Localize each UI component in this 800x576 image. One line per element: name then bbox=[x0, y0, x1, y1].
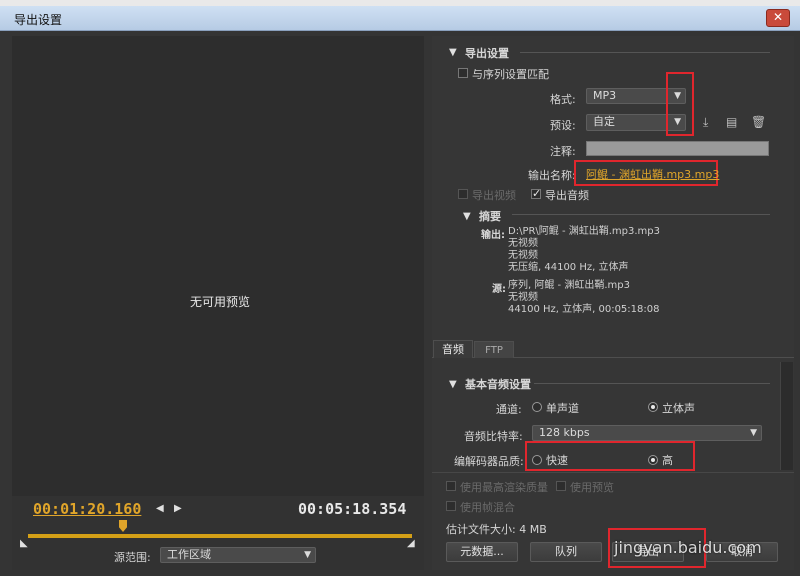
summary-source-label: 源: bbox=[492, 284, 506, 295]
export-video-label: 导出视频 bbox=[472, 189, 516, 202]
metadata-button[interactable]: 元数据... bbox=[446, 542, 518, 562]
export-video-checkbox[interactable] bbox=[458, 189, 468, 199]
high-label: 高 bbox=[662, 454, 673, 467]
summary-source-block: 序列, 阿鲲 - 渊虹出鞘.mp3 无视频 44100 Hz, 立体声, 00:… bbox=[508, 280, 659, 316]
summary-source-line: 无视频 bbox=[508, 292, 538, 303]
source-range-select[interactable]: 工作区域 ▼ bbox=[160, 547, 316, 563]
summary-output-line: D:\PR\阿鲲 - 渊虹出鞘.mp3.mp3 bbox=[508, 226, 661, 237]
format-label: 格式: bbox=[550, 93, 576, 106]
stereo-label: 立体声 bbox=[662, 402, 695, 415]
tab-audio[interactable]: 音频 bbox=[433, 340, 473, 358]
collapse-audio-settings-icon[interactable]: ▼ bbox=[449, 379, 457, 390]
format-value: MP3 bbox=[593, 89, 617, 102]
delete-preset-icon[interactable]: 🗑 bbox=[751, 115, 766, 129]
mono-label: 单声道 bbox=[546, 402, 579, 415]
summary-output-label: 输出: bbox=[481, 230, 505, 241]
codec-quality-label: 编解码器品质: bbox=[454, 455, 524, 468]
chevron-down-icon: ▼ bbox=[750, 428, 757, 438]
import-preset-icon[interactable]: ▤ bbox=[726, 115, 737, 129]
save-preset-icon[interactable]: ⤓ bbox=[703, 115, 708, 130]
collapse-export-settings-icon[interactable]: ▼ bbox=[449, 47, 457, 58]
out-marker-icon[interactable]: ◢ bbox=[407, 538, 415, 549]
source-range-value: 工作区域 bbox=[167, 548, 211, 561]
max-render-checkbox[interactable] bbox=[446, 481, 456, 491]
fast-radio[interactable] bbox=[532, 455, 542, 465]
fast-label: 快速 bbox=[546, 454, 568, 467]
close-button[interactable]: ✕ bbox=[766, 9, 790, 27]
match-sequence-label: 与序列设置匹配 bbox=[472, 68, 549, 81]
options-divider bbox=[432, 472, 794, 473]
bitrate-value: 128 kbps bbox=[539, 426, 590, 439]
comment-label: 注释: bbox=[550, 145, 576, 158]
channel-label: 通道: bbox=[496, 403, 522, 416]
export-audio-label: 导出音频 bbox=[545, 189, 589, 202]
frame-blend-label: 使用帧混合 bbox=[460, 501, 515, 514]
source-range-label: 源范围: bbox=[114, 551, 151, 564]
settings-scrollbar[interactable] bbox=[780, 362, 793, 470]
title-bar: 导出设置 ✕ bbox=[0, 6, 800, 31]
use-preview-checkbox[interactable] bbox=[556, 481, 566, 491]
highlight-dropdowns bbox=[666, 72, 694, 136]
bitrate-label: 音频比特率: bbox=[464, 430, 523, 443]
summary-output-block: D:\PR\阿鲲 - 渊虹出鞘.mp3.mp3 无视频 无视频 无压缩, 441… bbox=[508, 226, 660, 274]
match-sequence-checkbox[interactable] bbox=[458, 68, 468, 78]
chevron-down-icon: ▼ bbox=[304, 550, 311, 560]
stereo-radio[interactable] bbox=[648, 402, 658, 412]
in-marker-icon[interactable]: ◣ bbox=[20, 538, 28, 549]
output-name-label: 输出名称: bbox=[528, 169, 576, 182]
set-out-point-icon[interactable]: ▶ bbox=[174, 503, 182, 514]
export-settings-title: 导出设置 bbox=[465, 47, 509, 60]
max-render-label: 使用最高渲染质量 bbox=[460, 481, 548, 494]
bitrate-select[interactable]: 128 kbps ▼ bbox=[532, 425, 762, 441]
file-size-estimate: 估计文件大小: 4 MB bbox=[446, 523, 547, 536]
section-divider bbox=[520, 52, 770, 53]
summary-source-line: 44100 Hz, 立体声, 00:05:18:08 bbox=[508, 304, 660, 315]
summary-output-line: 无视频 bbox=[508, 238, 538, 249]
use-preview-label: 使用预览 bbox=[570, 481, 614, 494]
summary-output-line: 无压缩, 44100 Hz, 立体声 bbox=[508, 262, 629, 273]
preset-label: 预设: bbox=[550, 119, 576, 132]
export-audio-checkbox[interactable] bbox=[531, 187, 541, 200]
watermark-text: jingyan.baidu.com bbox=[614, 538, 762, 557]
collapse-summary-icon[interactable]: ▼ bbox=[463, 211, 471, 222]
tab-ftp[interactable]: FTP bbox=[474, 341, 514, 358]
preview-area bbox=[12, 36, 424, 496]
summary-output-line: 无视频 bbox=[508, 250, 538, 261]
basic-audio-title: 基本音频设置 bbox=[465, 378, 531, 391]
set-in-point-icon[interactable]: ◀ bbox=[156, 503, 164, 514]
high-radio[interactable] bbox=[648, 455, 658, 465]
summary-title: 摘要 bbox=[479, 210, 501, 223]
section-divider bbox=[512, 214, 770, 215]
comment-input[interactable] bbox=[586, 141, 769, 156]
mono-radio[interactable] bbox=[532, 402, 542, 412]
no-preview-text: 无可用预览 bbox=[189, 295, 250, 309]
frame-blend-checkbox[interactable] bbox=[446, 501, 456, 511]
section-divider bbox=[534, 383, 770, 384]
duration-timecode: 00:05:18.354 bbox=[298, 500, 407, 518]
window-title: 导出设置 bbox=[14, 13, 63, 27]
work-area-bar[interactable] bbox=[28, 534, 412, 538]
in-point-timecode[interactable]: 00:01:20.160 bbox=[33, 500, 141, 518]
output-name-link[interactable]: 阿鲲 - 渊虹出鞘.mp3.mp3 bbox=[586, 166, 719, 182]
queue-button[interactable]: 队列 bbox=[530, 542, 602, 562]
preset-value: 自定 bbox=[593, 115, 615, 128]
summary-source-line: 序列, 阿鲲 - 渊虹出鞘.mp3 bbox=[508, 280, 630, 291]
